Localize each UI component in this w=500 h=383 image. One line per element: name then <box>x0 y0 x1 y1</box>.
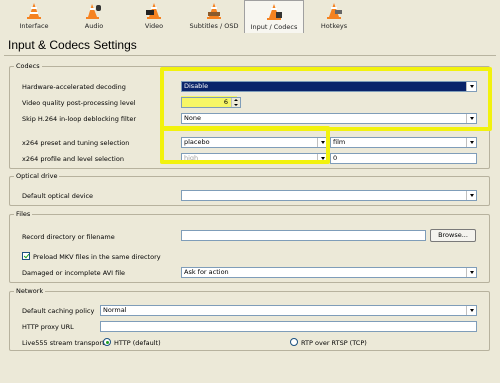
input-codecs-cone-icon <box>265 3 283 21</box>
http-proxy-label: HTTP proxy URL <box>22 323 74 331</box>
audio-cone-icon <box>85 2 103 20</box>
tab-subtitles-osd[interactable]: Subtitles / OSD <box>184 0 244 33</box>
x264-level-value: 0 <box>333 154 338 162</box>
chevron-down-icon <box>466 191 476 200</box>
preferences-tab-bar: Interface Audio Video Subtitles / OSD In… <box>0 0 500 33</box>
hotkeys-cone-icon <box>325 2 343 20</box>
caching-policy-combo[interactable]: Normal <box>100 305 477 316</box>
tab-hotkeys[interactable]: Hotkeys <box>304 0 364 33</box>
optical-drive-legend: Optical drive <box>16 172 58 180</box>
x264-level-input[interactable]: 0 <box>330 153 477 164</box>
network-legend: Network <box>16 287 44 295</box>
tab-label: Video <box>144 22 164 30</box>
preload-mkv-label: Preload MKV files in the same directory <box>33 253 161 261</box>
preload-mkv-checkbox[interactable] <box>22 252 30 260</box>
page-title: Input & Codecs Settings <box>8 38 137 52</box>
tab-video[interactable]: Video <box>124 0 184 33</box>
rtp-radio-label: RTP over RTSP (TCP) <box>301 339 367 347</box>
record-directory-label: Record directory or filename <box>22 233 115 241</box>
yellow-highlight-box <box>160 126 330 164</box>
caching-policy-label: Default caching policy <box>22 307 95 315</box>
x264-tune-value: film <box>333 138 346 146</box>
tab-label: Input / Codecs <box>250 23 298 31</box>
x264-preset-label: x264 preset and tuning selection <box>22 139 130 147</box>
files-legend: Files <box>16 210 31 218</box>
damaged-avi-combo[interactable]: Ask for action <box>181 267 477 278</box>
tab-interface[interactable]: Interface <box>4 0 64 33</box>
tab-input-codecs[interactable]: Input / Codecs <box>244 0 304 33</box>
chevron-down-icon <box>466 138 476 147</box>
vlc-cone-icon <box>25 2 43 20</box>
x264-profile-label: x264 profile and level selection <box>22 155 124 163</box>
skip-h264-label: Skip H.264 in-loop deblocking filter <box>22 115 137 123</box>
tab-label: Audio <box>84 22 104 30</box>
video-cone-icon <box>145 2 163 20</box>
chevron-down-icon <box>466 268 476 277</box>
chevron-down-icon <box>466 306 476 315</box>
damaged-avi-label: Damaged or incomplete AVI file <box>22 269 126 277</box>
caching-policy-value: Normal <box>103 306 127 314</box>
damaged-avi-value: Ask for action <box>184 268 229 276</box>
http-proxy-input[interactable] <box>100 321 477 332</box>
hw-decoding-label: Hardware-accelerated decoding <box>22 83 126 91</box>
yellow-highlight-box <box>160 67 492 131</box>
title-divider <box>4 55 496 56</box>
tab-label: Subtitles / OSD <box>189 22 239 30</box>
stream-transport-label: Live555 stream transport <box>22 339 105 347</box>
subtitles-cone-icon <box>205 2 223 20</box>
record-directory-input[interactable] <box>181 230 426 241</box>
x264-tune-combo[interactable]: film <box>330 137 477 148</box>
optical-device-label: Default optical device <box>22 192 94 200</box>
tab-label: Interface <box>19 22 49 30</box>
optical-device-combo[interactable] <box>181 190 477 201</box>
tab-audio[interactable]: Audio <box>64 0 124 33</box>
tab-label: Hotkeys <box>320 22 348 30</box>
browse-button[interactable]: Browse... <box>430 229 476 242</box>
http-radio[interactable] <box>103 338 111 346</box>
codecs-legend: Codecs <box>16 62 40 70</box>
http-radio-label: HTTP (default) <box>114 339 161 347</box>
rtp-radio[interactable] <box>290 338 298 346</box>
video-quality-label: Video quality post-processing level <box>22 99 136 107</box>
